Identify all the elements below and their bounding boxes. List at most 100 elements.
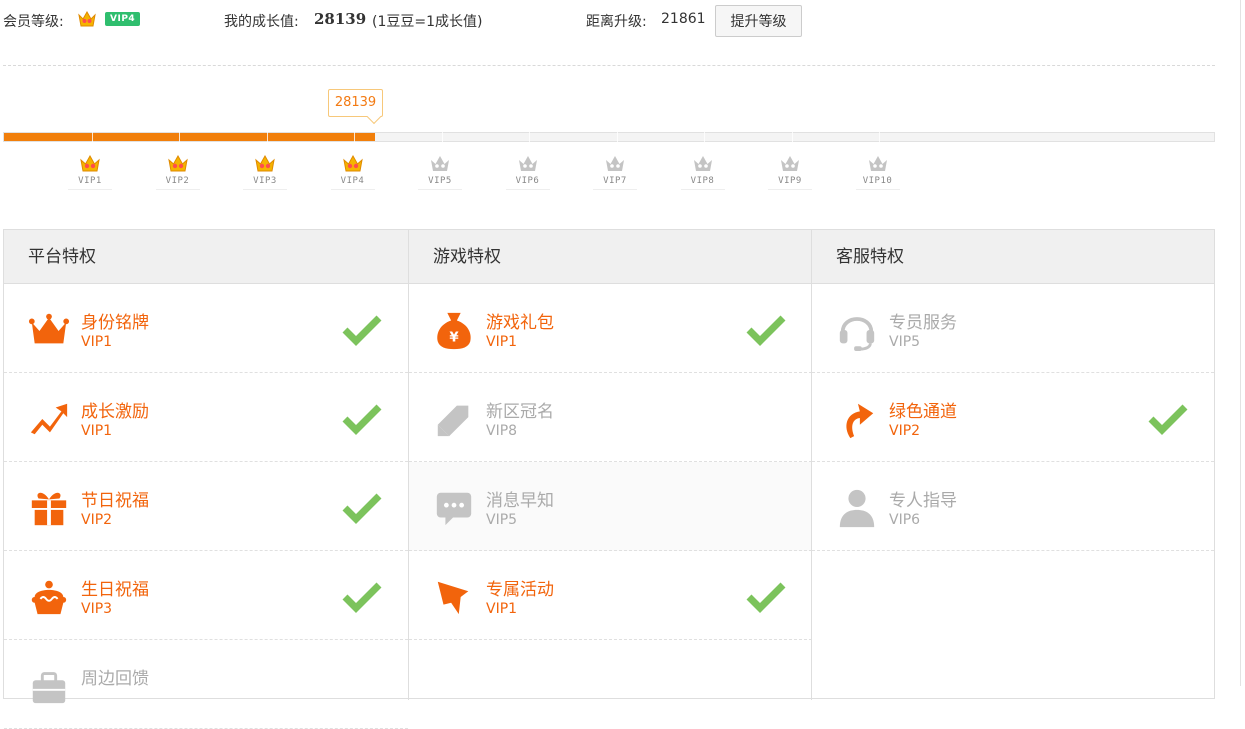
upgrade-button[interactable]: 提升等级 [715,5,802,37]
level-underline [418,189,462,190]
crown-icon [235,154,295,174]
privilege-item[interactable]: 专人指导 VIP6 [812,462,1214,551]
privilege-level: VIP8 [486,423,518,439]
check-icon [342,581,382,617]
progress-segment-divider [354,132,355,142]
gift-icon [28,487,70,529]
level-underline [68,189,112,190]
headset-icon [836,309,878,351]
crown-icon [848,154,908,174]
check-icon [1148,403,1188,439]
level-marker: VIP9 [760,154,820,190]
privilege-item[interactable]: 节日祝福 VIP2 [4,462,408,551]
privilege-name: 消息早知 [486,491,554,511]
trend-up-icon [28,398,70,440]
column-service: 客服特权 专员服务 VIP5 绿色通道 VIP2 专人指导 VIP6 [811,230,1214,700]
privilege-item[interactable]: ¥ 游戏礼包 VIP1 [409,284,812,373]
tag-icon [433,398,475,440]
level-label: VIP6 [515,176,540,186]
privilege-item[interactable]: 身份铭牌 VIP1 [4,284,408,373]
progress-segment-divider [529,132,530,142]
member-header: 会员等级: VIP4 我的成长值: 28139 (1豆豆=1成长值) 距离升级:… [0,0,1215,42]
privilege-level: VIP5 [486,512,518,528]
crown-icon [760,154,820,174]
level-marker: VIP10 [848,154,908,190]
privilege-item[interactable]: 专员服务 VIP5 [812,284,1214,373]
check-icon [342,492,382,528]
level-underline [505,189,550,190]
level-marker: VIP1 [60,154,120,190]
progress-segment-divider [266,132,268,142]
progress-segment-divider [704,132,705,142]
privilege-level: VIP3 [81,601,113,617]
privilege-item[interactable]: 生日祝福 VIP3 [4,551,408,640]
privilege-item[interactable]: 周边回馈 [4,640,408,729]
level-label: VIP4 [340,176,365,186]
privilege-name: 成长激励 [81,402,149,422]
privilege-level: VIP6 [889,512,921,528]
crown-icon [323,154,383,174]
privilege-name: 节日祝福 [81,491,149,511]
column-game: 游戏特权 ¥ 游戏礼包 VIP1 新区冠名 VIP8 消息早知 VIP5 专属活动 VIP1 [408,230,812,700]
divider [3,65,1215,66]
privilege-name: 周边回馈 [81,669,149,689]
crown-icon [410,154,470,174]
privilege-level: VIP5 [889,334,921,350]
column-title: 客服特权 [812,230,1214,284]
growth-value: 28139 [314,10,367,28]
column-title: 平台特权 [4,230,408,284]
level-label: VIP5 [428,176,452,186]
member-level-label: 会员等级: [3,14,64,30]
level-marker: VIP2 [148,154,208,190]
curved-arrow-icon [836,398,878,440]
level-underline [330,189,375,190]
privilege-item[interactable]: 绿色通道 VIP2 [812,373,1214,462]
check-icon [342,403,382,439]
column-platform: 平台特权 身份铭牌 VIP1 成长激励 VIP1 节日祝福 VIP2 生日祝福 VIP3 周边回馈 [4,230,408,729]
progress-segment-divider [179,132,180,142]
privilege-name: 游戏礼包 [486,313,554,333]
privilege-item[interactable]: 新区冠名 VIP8 [409,373,812,462]
briefcase-icon [28,665,70,707]
crown-icon [585,154,645,174]
progress-segment-divider [91,132,93,142]
privilege-level: VIP2 [889,423,921,439]
privilege-level: VIP1 [81,334,113,350]
level-underline [243,189,287,190]
level-marker: VIP5 [410,154,470,190]
privilege-item[interactable]: 专属活动 VIP1 [409,551,812,640]
level-label: VIP8 [690,176,715,186]
level-marker: VIP7 [585,154,645,190]
progress-segment-divider [616,132,618,142]
progress-track [3,132,1215,142]
level-marker: VIP4 [323,154,383,190]
growth-label: 我的成长值: [224,14,299,30]
growth-note: (1豆豆=1成长值) [372,14,483,30]
member-badge: VIP4 [105,12,141,26]
level-label: VIP9 [778,176,802,186]
chat-bubble-icon [433,487,475,529]
privilege-name: 专属活动 [486,580,554,600]
crown-icon [498,154,558,174]
level-marker: VIP6 [498,154,558,190]
privilege-level: VIP1 [486,601,518,617]
level-label: VIP3 [253,176,277,186]
privilege-item[interactable]: 成长激励 VIP1 [4,373,408,462]
cake-icon [28,576,70,618]
progress-segment-divider [879,132,880,142]
crown-icon [77,9,97,33]
check-icon [746,314,786,350]
person-icon [836,487,878,529]
progress-fill [4,133,375,141]
svg-text:¥: ¥ [449,330,459,345]
level-underline [680,189,725,190]
level-marker: VIP3 [235,154,295,190]
scrollbar-edge [1240,0,1241,686]
privilege-level: VIP1 [486,334,518,350]
crown-icon [60,154,120,174]
privilege-level: VIP2 [81,512,113,528]
level-label: VIP10 [862,176,893,186]
progress-segment-divider [791,132,793,142]
privilege-item[interactable]: 消息早知 VIP5 [409,462,812,551]
level-underline [593,189,637,190]
